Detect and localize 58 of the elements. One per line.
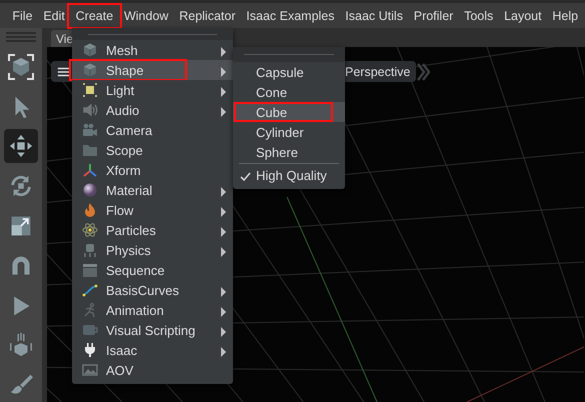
menu-item[interactable]: Physics — [72, 240, 233, 260]
menu-bar-item[interactable]: Isaac Examples — [240, 6, 340, 26]
graph-icon — [82, 322, 98, 338]
camera-icon — [82, 122, 98, 138]
menu-item[interactable]: Isaac — [72, 340, 233, 360]
menu-item[interactable]: Capsule — [233, 62, 345, 82]
menu-item[interactable]: Flow — [72, 200, 233, 220]
menu-bar-item[interactable]: Window — [118, 6, 174, 26]
menu-item[interactable]: Mesh — [72, 40, 233, 60]
menu-item[interactable]: Cylinder — [233, 122, 345, 142]
menu-item[interactable]: BasisCurves — [72, 280, 233, 300]
curve-icon — [82, 282, 98, 298]
menu-bar-item[interactable]: Edit — [38, 6, 70, 26]
cube-icon — [82, 42, 98, 58]
menu-item[interactable]: High Quality — [233, 165, 345, 185]
menu-item[interactable]: Sequence — [72, 260, 233, 280]
menu-item[interactable]: Light — [72, 80, 233, 100]
menu-item[interactable]: AOV — [72, 360, 233, 380]
menu-item[interactable]: Camera — [72, 120, 233, 140]
flame-icon — [82, 202, 98, 218]
menu-bar-item[interactable]: Profiler — [408, 6, 459, 26]
menu-bar-item[interactable]: Replicator — [174, 6, 241, 26]
scale-icon — [9, 214, 33, 238]
menu-bar-item[interactable]: File — [7, 6, 38, 26]
menu-bar-item[interactable]: Help — [547, 6, 584, 26]
physics-icon — [82, 242, 98, 258]
menu-item[interactable]: Visual Scripting — [72, 320, 233, 340]
plug-icon — [82, 342, 98, 358]
menu-item[interactable]: Shape — [72, 60, 233, 80]
speaker-icon — [82, 102, 98, 118]
cube-icon — [82, 62, 98, 78]
menu-item[interactable]: Cube — [233, 102, 345, 122]
frame-cube-icon — [7, 52, 35, 81]
atom-icon — [82, 222, 98, 238]
tool-button[interactable] — [4, 129, 38, 164]
checkmark-icon — [240, 172, 251, 182]
menu-item[interactable]: Sphere — [233, 142, 345, 162]
folder-icon — [82, 142, 98, 158]
toolbar-grip — [6, 32, 36, 44]
drop-cube-icon — [8, 332, 34, 358]
menu-bar-item[interactable]: Tools — [458, 6, 499, 26]
menu-bar-item[interactable]: Layout — [498, 6, 547, 26]
light-icon — [82, 82, 98, 98]
menu-bar-item[interactable]: Create — [70, 6, 119, 26]
image-icon — [82, 362, 98, 378]
menu-bar-item[interactable]: Isaac Utils — [340, 6, 408, 26]
menu-item[interactable]: Scope — [72, 140, 233, 160]
menu-item[interactable]: Xform — [72, 160, 233, 180]
menu-item[interactable]: Material — [72, 180, 233, 200]
menu-item[interactable]: Particles — [72, 220, 233, 240]
menu-item[interactable]: Animation — [72, 300, 233, 320]
menu-item[interactable]: Audio — [72, 100, 233, 120]
sphere-icon — [82, 182, 98, 198]
menu-item[interactable]: Cone — [233, 82, 345, 102]
axes-icon — [82, 162, 98, 178]
clapper-icon — [82, 262, 98, 278]
move-icon — [8, 133, 34, 160]
chevron-icon — [416, 63, 430, 81]
